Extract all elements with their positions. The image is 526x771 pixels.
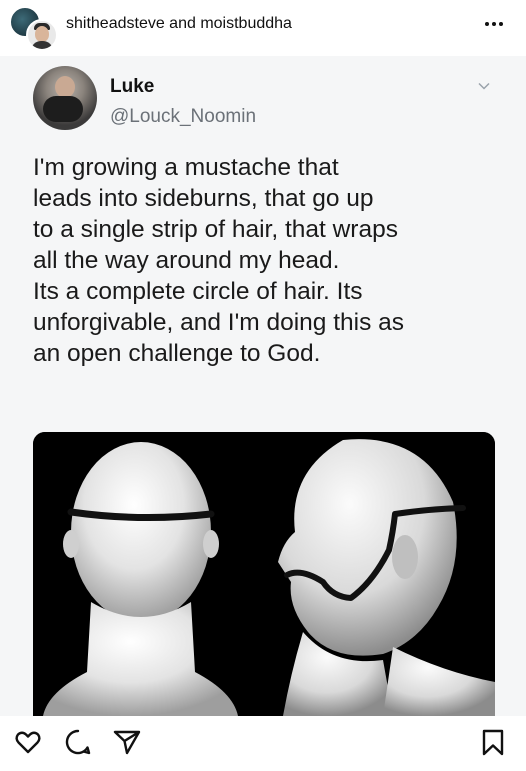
post-header: shitheadsteve and moistbuddha: [0, 0, 526, 56]
tweet-handle[interactable]: @Louck_Noomin: [110, 106, 256, 128]
collab-avatar-2[interactable]: [26, 19, 58, 51]
tweet-display-name[interactable]: Luke: [110, 76, 154, 98]
tweet-media-image[interactable]: [33, 432, 495, 716]
post-usernames[interactable]: shitheadsteve and moistbuddha: [66, 15, 292, 33]
heart-icon[interactable]: [13, 727, 43, 757]
comment-icon[interactable]: [63, 727, 93, 757]
avatar-head: [55, 76, 75, 98]
avatar-shirt: [31, 41, 53, 49]
bookmark-icon[interactable]: [478, 727, 508, 757]
chevron-down-icon[interactable]: [478, 80, 490, 92]
avatar-dog: [43, 96, 83, 122]
avatar-face: [35, 26, 49, 42]
tweet-text: I'm growing a mustache that leads into s…: [33, 154, 405, 367]
tweet-avatar[interactable]: [33, 66, 97, 130]
post-actions-bar: [0, 716, 526, 771]
share-icon[interactable]: [112, 727, 142, 757]
more-horizontal-icon[interactable]: [480, 16, 508, 32]
mannequin-heads-image: [33, 432, 495, 716]
tweet-card: Luke @Louck_Noomin I'm growing a mustach…: [0, 56, 526, 716]
